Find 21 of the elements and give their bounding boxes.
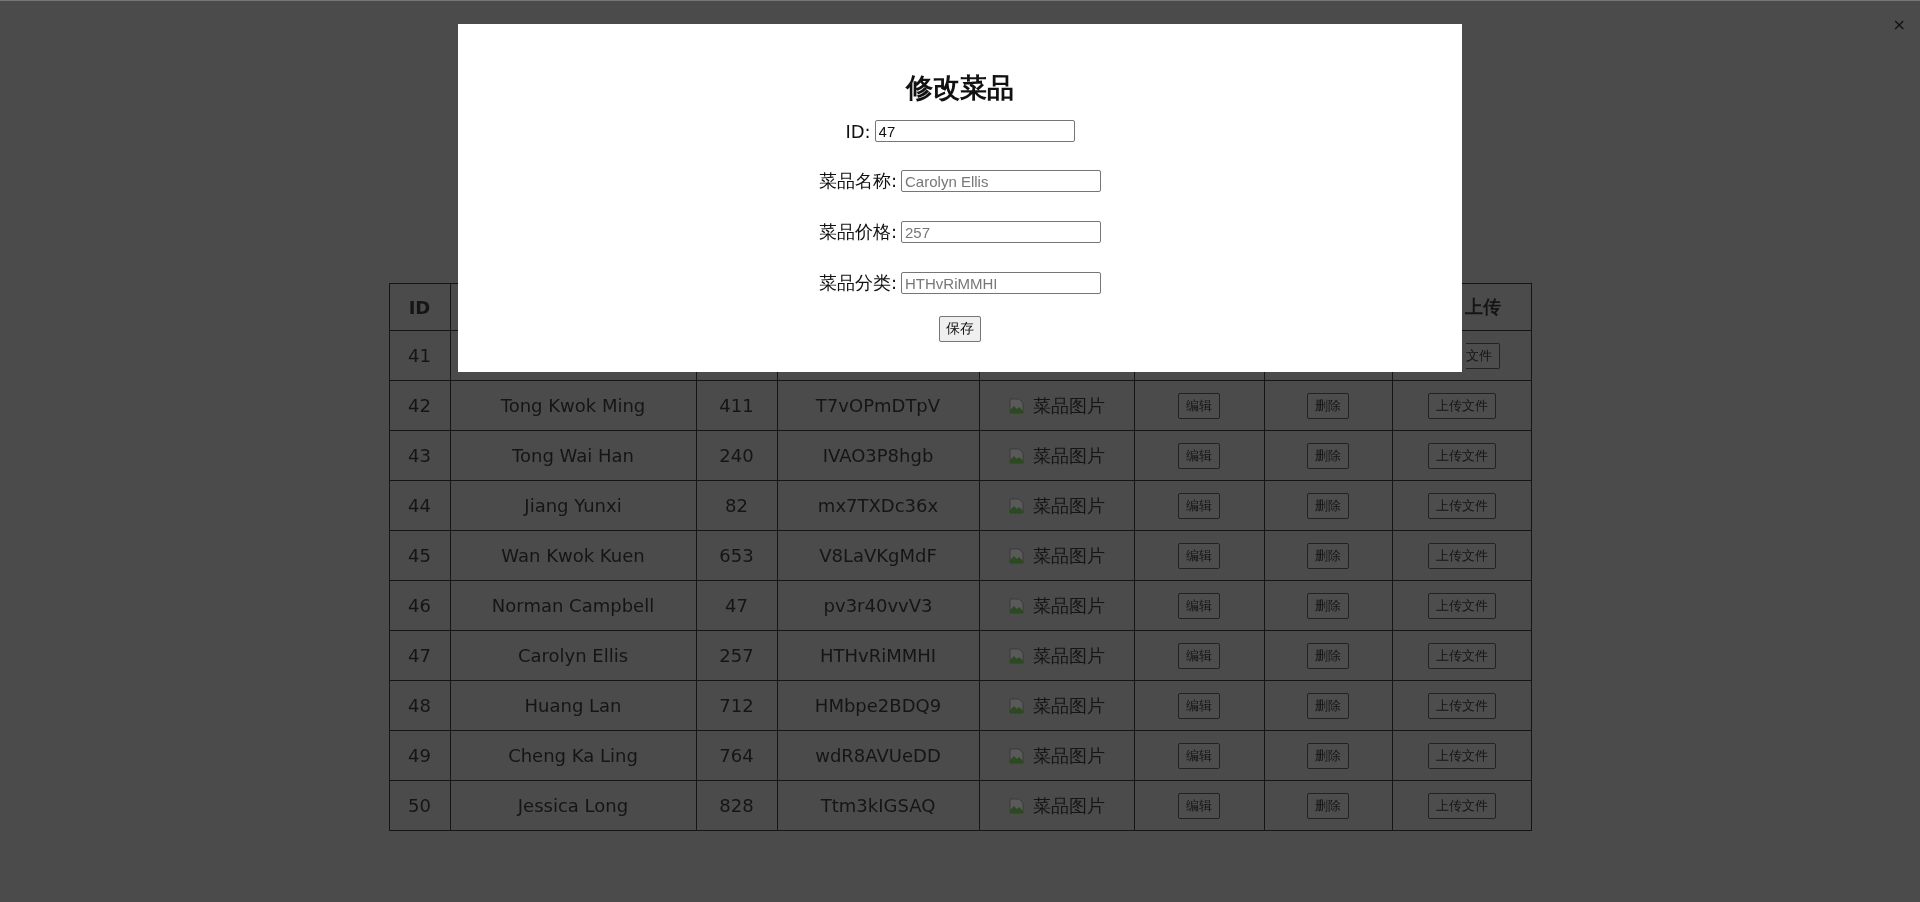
broken-image-icon	[1008, 747, 1025, 764]
input-field[interactable]: 47	[874, 120, 1075, 142]
input-field[interactable]: HTHvRiMMHI	[901, 272, 1102, 294]
field-label: 菜品价格:	[818, 220, 898, 244]
broken-image-icon	[1008, 697, 1025, 714]
broken-image-icon	[1008, 547, 1025, 564]
upload-button[interactable]: 文件	[1465, 342, 1500, 369]
broken-image-icon	[1008, 647, 1025, 664]
field-label: 菜品分类:	[818, 271, 898, 295]
save-button[interactable]: 保存	[939, 316, 981, 342]
field-label: ID:	[845, 120, 871, 142]
broken-image-icon	[1008, 497, 1025, 514]
input-field[interactable]: 257	[901, 221, 1102, 243]
broken-image-icon	[1008, 447, 1025, 464]
broken-image-icon	[1008, 597, 1025, 614]
broken-image-icon	[1008, 797, 1025, 814]
broken-image-icon	[1008, 397, 1025, 414]
input-field[interactable]: Carolyn Ellis	[901, 170, 1102, 192]
close-button[interactable]: ×	[1892, 17, 1906, 33]
field-label: 菜品名称:	[818, 169, 898, 193]
dialog-title: 修改菜品	[906, 71, 1014, 105]
